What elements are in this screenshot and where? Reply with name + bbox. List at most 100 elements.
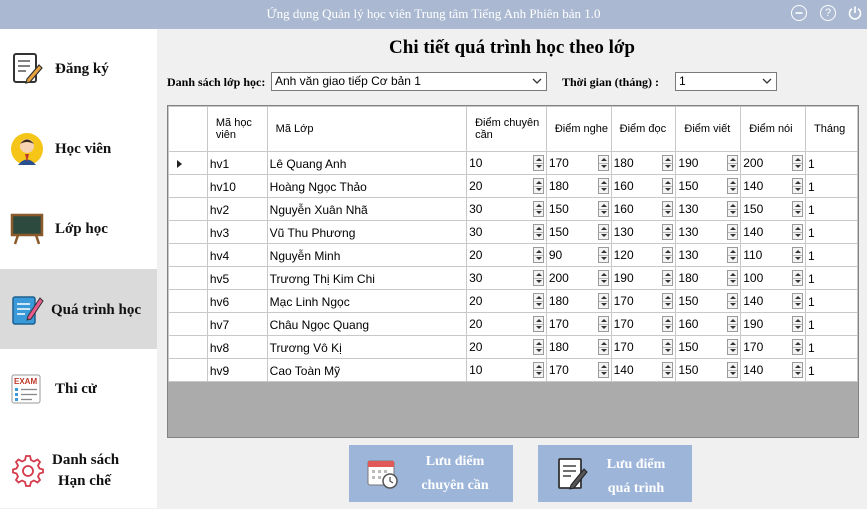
column-header[interactable]: Điểm đọc: [610, 106, 677, 152]
score-stepper[interactable]: 30: [469, 222, 545, 243]
score-stepper[interactable]: 170: [614, 337, 675, 358]
table-row[interactable]: hv5 Trương Thị Kim Chi 30 200 190 180 100 1: [168, 266, 858, 290]
score-cell[interactable]: 180: [545, 335, 612, 359]
score-cell[interactable]: 20: [466, 289, 547, 313]
score-cell[interactable]: 150: [740, 197, 807, 221]
score-cell[interactable]: 150: [675, 289, 742, 313]
score-stepper[interactable]: 150: [549, 199, 610, 220]
row-header-cell[interactable]: [168, 220, 208, 244]
sidebar-item-restriction-list[interactable]: Danh sách Hạn chế: [0, 429, 157, 509]
score-cell[interactable]: 170: [610, 335, 677, 359]
spin-buttons[interactable]: [597, 246, 609, 263]
row-header-cell[interactable]: [168, 289, 208, 313]
spin-buttons[interactable]: [792, 338, 804, 355]
spin-buttons[interactable]: [597, 154, 609, 171]
spin-buttons[interactable]: [662, 269, 674, 286]
score-stepper[interactable]: 10: [469, 360, 545, 381]
row-header-cell[interactable]: [168, 174, 208, 198]
column-header[interactable]: Điểm nghe: [545, 106, 612, 152]
student-id-cell[interactable]: hv1: [206, 151, 268, 175]
spin-buttons[interactable]: [662, 315, 674, 332]
spin-buttons[interactable]: [792, 269, 804, 286]
score-stepper[interactable]: 160: [614, 176, 675, 197]
spin-buttons[interactable]: [532, 177, 544, 194]
spin-buttons[interactable]: [532, 154, 544, 171]
save-attendance-button[interactable]: Lưu điểm chuyên cần: [349, 445, 513, 502]
student-name-cell[interactable]: Nguyễn Xuân Nhã: [266, 197, 468, 221]
table-row[interactable]: hv9 Cao Toàn Mỹ 10 170 140 150 140 1: [168, 358, 858, 382]
spin-buttons[interactable]: [532, 361, 544, 378]
score-stepper[interactable]: 180: [614, 153, 675, 174]
score-cell[interactable]: 130: [610, 220, 677, 244]
spin-buttons[interactable]: [792, 154, 804, 171]
sidebar-item-register[interactable]: Đăng ký: [0, 29, 157, 109]
score-cell[interactable]: 140: [740, 174, 807, 198]
spin-buttons[interactable]: [597, 315, 609, 332]
row-header-cell[interactable]: [168, 151, 208, 175]
spin-buttons[interactable]: [662, 200, 674, 217]
score-cell[interactable]: 200: [740, 151, 807, 175]
spin-buttons[interactable]: [792, 292, 804, 309]
spin-buttons[interactable]: [727, 361, 739, 378]
student-name-cell[interactable]: Hoàng Ngọc Thảo: [266, 174, 468, 198]
score-stepper[interactable]: 200: [743, 153, 804, 174]
score-cell[interactable]: 30: [466, 266, 547, 290]
score-stepper[interactable]: 190: [678, 153, 739, 174]
month-cell[interactable]: 1: [805, 174, 858, 198]
spin-buttons[interactable]: [727, 246, 739, 263]
score-stepper[interactable]: 200: [549, 268, 610, 289]
score-cell[interactable]: 160: [610, 197, 677, 221]
score-cell[interactable]: 140: [740, 358, 807, 382]
student-name-cell[interactable]: Mạc Linh Ngọc: [266, 289, 468, 313]
score-cell[interactable]: 190: [675, 151, 742, 175]
score-stepper[interactable]: 170: [549, 360, 610, 381]
score-cell[interactable]: 170: [610, 289, 677, 313]
column-header[interactable]: Mã Lớp: [266, 106, 468, 152]
score-stepper[interactable]: 150: [678, 291, 739, 312]
student-name-cell[interactable]: Trương Vô Kị: [266, 335, 468, 359]
row-header-cell[interactable]: [168, 243, 208, 267]
score-stepper[interactable]: 160: [678, 314, 739, 335]
score-stepper[interactable]: 150: [549, 222, 610, 243]
score-stepper[interactable]: 120: [614, 245, 675, 266]
student-name-cell[interactable]: Trương Thị Kim Chi: [266, 266, 468, 290]
spin-buttons[interactable]: [597, 361, 609, 378]
help-icon[interactable]: ?: [820, 5, 836, 21]
score-stepper[interactable]: 10: [469, 153, 545, 174]
score-cell[interactable]: 140: [740, 289, 807, 313]
score-stepper[interactable]: 130: [678, 199, 739, 220]
score-cell[interactable]: 170: [610, 312, 677, 336]
student-id-cell[interactable]: hv6: [206, 289, 268, 313]
score-stepper[interactable]: 140: [743, 291, 804, 312]
student-id-cell[interactable]: hv8: [206, 335, 268, 359]
score-stepper[interactable]: 150: [678, 176, 739, 197]
score-cell[interactable]: 20: [466, 174, 547, 198]
spin-buttons[interactable]: [727, 154, 739, 171]
student-name-cell[interactable]: Nguyễn Minh: [266, 243, 468, 267]
row-header-cell[interactable]: [168, 335, 208, 359]
student-id-cell[interactable]: hv10: [206, 174, 268, 198]
score-stepper[interactable]: 170: [614, 314, 675, 335]
month-cell[interactable]: 1: [805, 197, 858, 221]
score-stepper[interactable]: 150: [743, 199, 804, 220]
score-cell[interactable]: 190: [740, 312, 807, 336]
sidebar-item-students[interactable]: Học viên: [0, 109, 157, 189]
spin-buttons[interactable]: [792, 361, 804, 378]
score-stepper[interactable]: 130: [614, 222, 675, 243]
spin-buttons[interactable]: [727, 223, 739, 240]
sidebar-item-study-progress[interactable]: Quá trình học: [0, 269, 157, 349]
score-cell[interactable]: 180: [545, 174, 612, 198]
score-stepper[interactable]: 30: [469, 199, 545, 220]
spin-buttons[interactable]: [662, 177, 674, 194]
table-row[interactable]: hv1 Lê Quang Anh 10 170 180 190 200 1: [168, 151, 858, 175]
class-list-dropdown[interactable]: Anh văn giao tiếp Cơ bản 1: [271, 72, 547, 91]
score-cell[interactable]: 150: [675, 174, 742, 198]
table-row[interactable]: hv8 Trương Vô Kị 20 180 170 150 170 1: [168, 335, 858, 359]
score-stepper[interactable]: 180: [678, 268, 739, 289]
score-cell[interactable]: 10: [466, 151, 547, 175]
score-stepper[interactable]: 130: [678, 222, 739, 243]
spin-buttons[interactable]: [727, 292, 739, 309]
sidebar-item-classes[interactable]: Lớp học: [0, 189, 157, 269]
spin-buttons[interactable]: [662, 246, 674, 263]
spin-buttons[interactable]: [727, 177, 739, 194]
